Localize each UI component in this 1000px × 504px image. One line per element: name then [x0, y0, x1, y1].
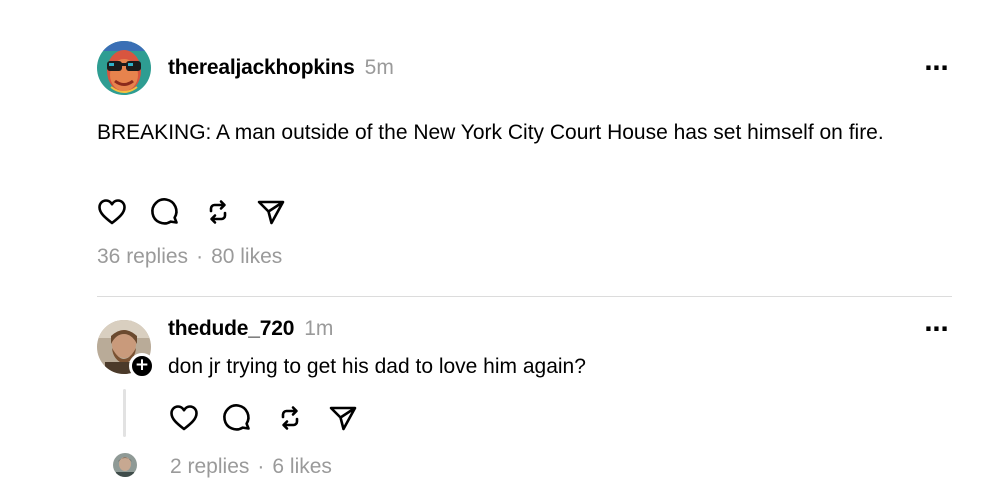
share-icon [257, 200, 285, 225]
reply-comment-button[interactable] [221, 402, 253, 434]
share-icon [329, 406, 357, 431]
comment-icon [151, 198, 178, 225]
separator: · [196, 245, 204, 268]
reply-like-button[interactable] [168, 402, 200, 434]
user-avatar-sunglasses [97, 41, 151, 95]
thread-line [123, 389, 126, 437]
more-options-icon[interactable]: ··· [921, 56, 951, 80]
post-actions [96, 196, 308, 228]
repost-button[interactable] [202, 196, 234, 228]
reply-stats: 2 replies · 6 likes [170, 455, 332, 479]
repost-icon [281, 406, 299, 430]
heart-icon [170, 405, 198, 431]
post-text: BREAKING: A man outside of the New York … [97, 121, 884, 144]
reply-actions [168, 402, 380, 434]
post-stats: 36 replies · 80 likes [97, 245, 282, 269]
reply-share-button[interactable] [327, 402, 359, 434]
divider [97, 296, 952, 297]
timestamp: 5m [364, 56, 394, 79]
reply-more-options-icon[interactable]: ··· [921, 317, 951, 341]
user-avatar-mini [113, 453, 137, 477]
reply-repost-button[interactable] [274, 402, 306, 434]
username[interactable]: therealjackhopkins [168, 56, 355, 80]
reply-text: don jr trying to get his dad to love him… [168, 355, 586, 378]
post-header: therealjackhopkins 5m [168, 56, 394, 80]
like-button[interactable] [96, 196, 128, 228]
heart-icon [98, 199, 126, 225]
reply-username[interactable]: thedude_720 [168, 317, 294, 341]
replier-mini-avatar[interactable] [113, 453, 137, 477]
separator: · [257, 455, 265, 478]
reply-likes-count[interactable]: 6 likes [272, 455, 332, 478]
share-button[interactable] [255, 196, 287, 228]
comment-icon [223, 404, 250, 431]
repost-icon [209, 200, 227, 224]
reply-header: thedude_720 1m [168, 317, 333, 341]
comment-button[interactable] [149, 196, 181, 228]
likes-count[interactable]: 80 likes [211, 245, 282, 268]
reply-replies-count[interactable]: 2 replies [170, 455, 249, 478]
reply-timestamp: 1m [304, 317, 334, 340]
replies-count[interactable]: 36 replies [97, 245, 188, 268]
follow-plus-icon[interactable]: + [129, 353, 155, 379]
avatar[interactable] [97, 41, 151, 95]
